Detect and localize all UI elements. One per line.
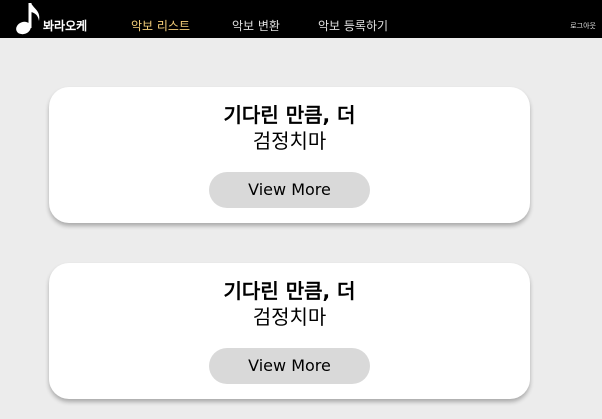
song-title: 기다린 만큼, 더 bbox=[223, 103, 356, 127]
nav-item-score-convert[interactable]: 악보 변환 bbox=[232, 18, 280, 34]
top-navigation-bar: 봐라오케 악보 리스트 악보 변환 악보 등록하기 로그아웃 bbox=[0, 0, 602, 38]
song-card: 기다린 만큼, 더 검정치마 View More bbox=[49, 87, 530, 223]
nav-item-score-register[interactable]: 악보 등록하기 bbox=[318, 18, 388, 34]
logout-link[interactable]: 로그아웃 bbox=[570, 21, 596, 31]
nav-item-score-list[interactable]: 악보 리스트 bbox=[131, 18, 190, 34]
song-artist: 검정치마 bbox=[252, 129, 327, 153]
music-note-icon[interactable] bbox=[15, 1, 43, 35]
brand-name[interactable]: 봐라오케 bbox=[43, 18, 87, 34]
view-more-button[interactable]: View More bbox=[209, 348, 370, 384]
song-artist: 검정치마 bbox=[252, 305, 327, 329]
song-title: 기다린 만큼, 더 bbox=[223, 279, 356, 303]
view-more-button[interactable]: View More bbox=[209, 172, 370, 208]
song-card: 기다린 만큼, 더 검정치마 View More bbox=[49, 263, 530, 399]
